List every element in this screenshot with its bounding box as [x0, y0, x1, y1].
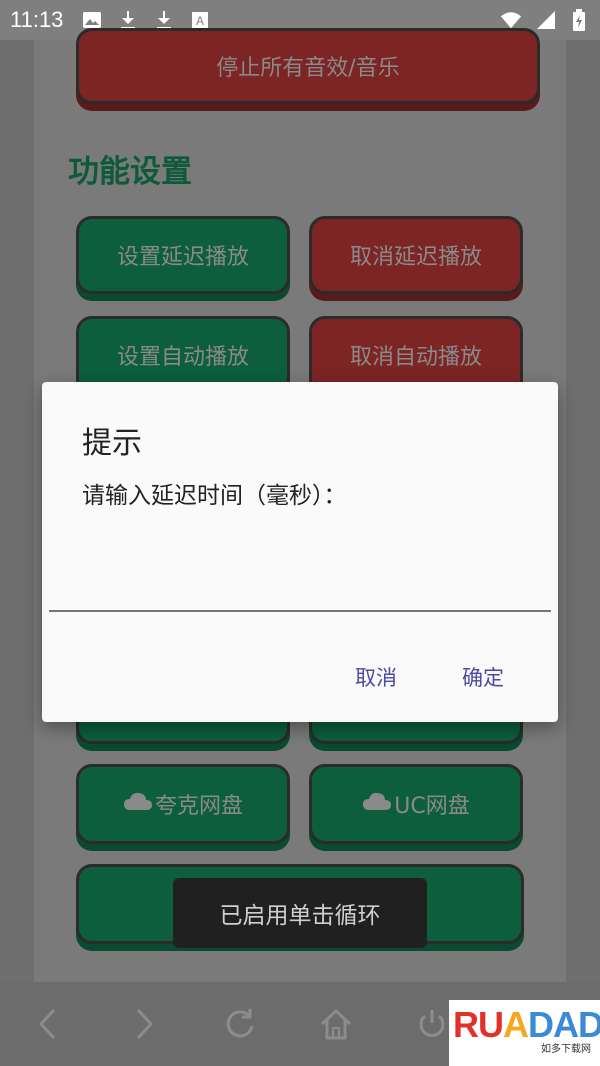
- refresh-icon: [226, 1009, 254, 1038]
- toast-message: 已启用单击循环: [173, 878, 427, 948]
- refresh-button[interactable]: [192, 982, 288, 1066]
- forward-icon: [136, 1008, 154, 1040]
- cloud-icon: [123, 791, 153, 817]
- quark-drive-button[interactable]: 夸克网盘: [76, 764, 290, 844]
- home-icon: [320, 1008, 352, 1040]
- delay-input-dialog: 提示 请输入延迟时间（毫秒）： 取消 确定: [42, 382, 558, 722]
- back-icon: [38, 1008, 56, 1040]
- quark-drive-label: 夸克网盘: [154, 794, 243, 819]
- cloud-icon: [362, 791, 392, 817]
- signal-icon: [534, 9, 556, 31]
- cancel-delay-play-button[interactable]: 取消延迟播放: [309, 216, 523, 294]
- battery-icon: [568, 9, 590, 31]
- set-delay-play-label: 设置延迟播放: [116, 245, 249, 270]
- uc-drive-button[interactable]: UC网盘: [309, 764, 523, 844]
- dialog-confirm-button[interactable]: 确定: [462, 662, 504, 692]
- dialog-message: 请输入延迟时间（毫秒）：: [82, 483, 347, 509]
- stop-all-audio-button[interactable]: 停止所有音效/音乐: [76, 28, 540, 104]
- watermark-subtext: 如多下载网: [541, 1044, 591, 1055]
- uc-drive-label: UC网盘: [394, 794, 470, 819]
- section-title: 功能设置: [68, 154, 192, 190]
- dialog-cancel-button[interactable]: 取消: [355, 662, 397, 692]
- back-button[interactable]: [0, 982, 96, 1066]
- home-button[interactable]: [288, 982, 384, 1066]
- status-time: 11:13: [10, 7, 64, 32]
- svg-text:A: A: [196, 14, 204, 28]
- cancel-delay-play-label: 取消延迟播放: [349, 245, 482, 270]
- site-watermark: RUADAD 如多下载网: [449, 1000, 600, 1066]
- stop-all-audio-label: 停止所有音效/音乐: [216, 56, 400, 81]
- set-delay-play-button[interactable]: 设置延迟播放: [76, 216, 290, 294]
- set-auto-play-label: 设置自动播放: [116, 345, 249, 370]
- delay-input-field[interactable]: [49, 542, 551, 612]
- cancel-auto-play-label: 取消自动播放: [349, 345, 482, 370]
- forward-button[interactable]: [96, 982, 192, 1066]
- power-icon: [419, 1010, 445, 1037]
- dialog-title: 提示: [82, 426, 142, 461]
